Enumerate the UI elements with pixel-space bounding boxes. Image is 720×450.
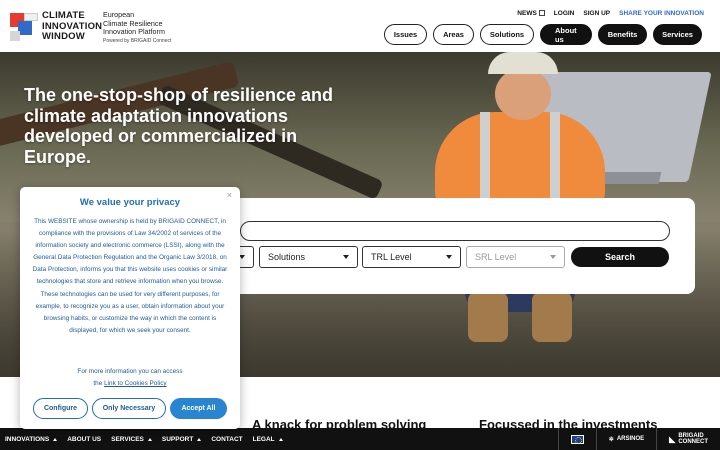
bottom-nav-label: LEGAL (252, 435, 275, 443)
accept-all-button[interactable]: Accept All (170, 398, 227, 419)
logo-line-1: CLIMATE (42, 10, 85, 21)
configure-button[interactable]: Configure (33, 398, 88, 419)
logo-text: CLIMATE INNOVATION WINDOW (42, 10, 102, 43)
bottom-nav-support[interactable]: SUPPORT (161, 435, 202, 443)
bottom-nav-label: ABOUT US (67, 435, 102, 443)
signup-link[interactable]: SIGN UP (583, 10, 610, 17)
partner-logos: ✲ ARSINOE ◣ BRIGAID CONNECT (557, 428, 720, 450)
main-nav: Issues Areas Solutions About us Benefits… (384, 24, 702, 45)
srl-select-value: SRL Level (475, 252, 517, 262)
bottom-nav-bar: INNOVATIONS ABOUT US SERVICES SUPPORT CO… (0, 428, 720, 450)
news-link[interactable]: NEWS (517, 10, 545, 17)
cookie-more-info-text: For more information you can access (77, 368, 183, 375)
share-innovation-link[interactable]: SHARE YOUR INNOVATION (619, 10, 704, 17)
site-header: CLIMATE INNOVATION WINDOW European Clima… (0, 0, 720, 52)
chevron-down-icon (446, 255, 452, 259)
nav-about-us[interactable]: About us (540, 24, 592, 45)
bottom-nav-about-us[interactable]: ABOUT US (67, 436, 101, 443)
brigaid-line-1: BRIGAID (678, 432, 704, 439)
bottom-nav-contact[interactable]: CONTACT (211, 436, 242, 443)
search-panel: Solutions TRL Level SRL Level Search (220, 198, 695, 294)
top-links: NEWS LOGIN SIGN UP SHARE YOUR INNOVATION (517, 10, 704, 17)
nav-issues[interactable]: Issues (384, 24, 427, 45)
chevron-up-icon (197, 437, 202, 441)
powered-by: Powered by BRIGAID Connect (103, 37, 172, 44)
brigaid-line-2: CONNECT (678, 439, 708, 445)
platform-tagline: European Climate Resilience Innovation P… (103, 10, 172, 45)
logo-line-3: WINDOW (42, 31, 85, 42)
brigaid-connect-logo[interactable]: ◣ BRIGAID CONNECT (656, 428, 720, 450)
nav-solutions[interactable]: Solutions (480, 24, 534, 45)
gear-icon: ✲ (608, 436, 614, 443)
chevron-up-icon (278, 437, 283, 441)
hero-title: The one-stop-shop of resilience and clim… (24, 85, 334, 167)
brigaid-label: BRIGAID CONNECT (678, 433, 708, 446)
bottom-nav-innovations[interactable]: INNOVATIONS (5, 435, 58, 443)
cookie-more-info: For more information you can access the … (32, 366, 228, 390)
site-logo[interactable]: CLIMATE INNOVATION WINDOW (10, 10, 102, 43)
arsinoe-logo[interactable]: ✲ ARSINOE (595, 428, 656, 450)
bottom-nav-label: SERVICES (111, 435, 144, 443)
chevron-down-icon (343, 255, 349, 259)
nav-areas[interactable]: Areas (433, 24, 474, 45)
trl-level-select[interactable]: TRL Level (362, 246, 461, 268)
chevron-up-icon (147, 437, 152, 441)
cookies-policy-link[interactable]: Link to Cookies Policy (104, 380, 167, 387)
cookie-title: We value your privacy (79, 197, 181, 208)
eu-flag-icon (570, 434, 584, 444)
eu-flag-logo[interactable] (557, 428, 596, 450)
trl-select-value: TRL Level (371, 252, 412, 262)
brigaid-mark-icon: ◣ (669, 434, 676, 444)
search-button[interactable]: Search (571, 247, 669, 267)
search-input[interactable] (240, 221, 670, 241)
solutions-select[interactable]: Solutions (259, 246, 358, 268)
calendar-icon (538, 10, 545, 17)
login-link[interactable]: LOGIN (554, 10, 575, 17)
bottom-nav-legal[interactable]: LEGAL (253, 436, 283, 443)
cookie-consent-dialog: × We value your privacy This WEBSITE who… (20, 187, 240, 429)
cookie-body-text: This WEBSITE whose ownership is held by … (32, 218, 228, 334)
cookie-more-info-the: the (93, 380, 103, 387)
nav-services[interactable]: Services (653, 24, 702, 45)
bottom-nav-services[interactable]: SERVICES (111, 436, 152, 443)
arsinoe-label: ARSINOE (616, 436, 645, 442)
bottom-nav-label: CONTACT (211, 435, 243, 443)
only-necessary-button[interactable]: Only Necessary (92, 398, 166, 419)
platform-line-3: Innovation Platform (103, 27, 165, 36)
solutions-select-value: Solutions (268, 252, 306, 262)
bottom-nav-label: INNOVATIONS (5, 435, 50, 443)
chevron-down-icon (550, 255, 556, 259)
nav-benefits[interactable]: Benefits (598, 24, 647, 45)
logo-mark-icon (10, 12, 38, 41)
bottom-nav-label: SUPPORT (161, 435, 194, 443)
chevron-up-icon (53, 437, 58, 441)
srl-level-select[interactable]: SRL Level (466, 246, 565, 268)
news-label: NEWS (517, 10, 537, 17)
